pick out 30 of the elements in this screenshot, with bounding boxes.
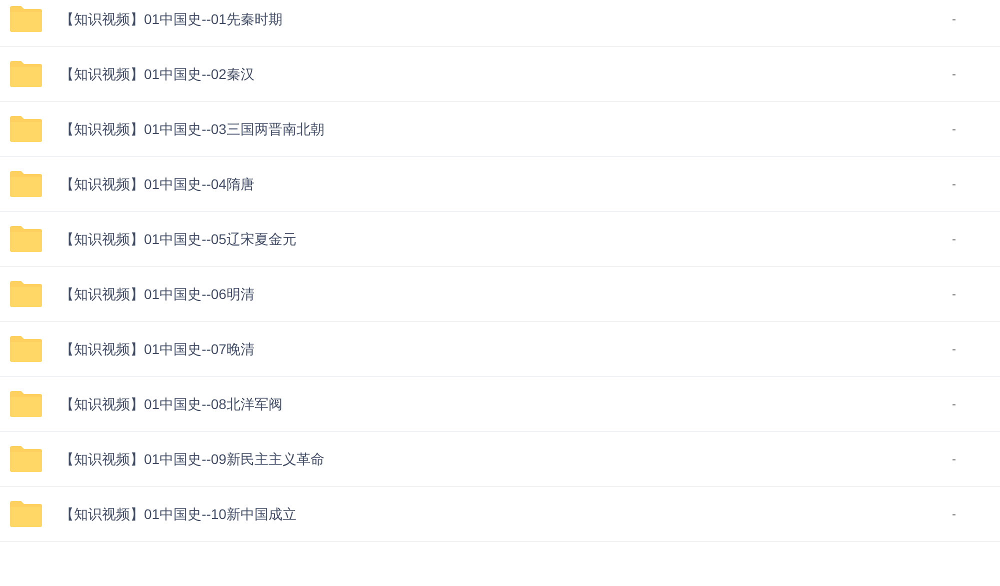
folder-name[interactable]: 【知识视频】01中国史--09新民主主义革命: [60, 448, 324, 470]
folder-icon: [10, 116, 42, 142]
file-size: -: [952, 451, 956, 468]
folder-name[interactable]: 【知识视频】01中国史--06明清: [60, 284, 254, 304]
file-size: -: [952, 121, 956, 138]
folder-icon: [10, 226, 42, 252]
file-size: -: [952, 506, 956, 523]
file-size: -: [952, 286, 956, 303]
folder-icon: [10, 391, 42, 417]
folder-icon: [10, 446, 42, 472]
folder-icon: [10, 6, 42, 32]
folder-name[interactable]: 【知识视频】01中国史--03三国两晋南北朝: [60, 118, 324, 140]
folder-name[interactable]: 【知识视频】01中国史--02秦汉: [60, 64, 254, 84]
file-size: -: [952, 231, 956, 248]
file-size: -: [952, 396, 956, 413]
folder-name[interactable]: 【知识视频】01中国史--05辽宋夏金元: [60, 228, 296, 250]
folder-icon: [10, 281, 42, 307]
file-size: -: [952, 66, 956, 83]
folder-name[interactable]: 【知识视频】01中国史--08北洋军阀: [60, 394, 282, 414]
folder-icon: [10, 171, 42, 197]
file-size: -: [952, 341, 956, 358]
folder-name[interactable]: 【知识视频】01中国史--10新中国成立: [60, 504, 296, 524]
file-size: -: [952, 11, 956, 28]
folder-icon: [10, 61, 42, 87]
folder-name[interactable]: 【知识视频】01中国史--07晚清: [60, 338, 254, 360]
file-size: -: [952, 176, 956, 193]
folder-icon: [10, 336, 42, 362]
folder-icon: [10, 501, 42, 527]
folder-name[interactable]: 【知识视频】01中国史--04隋唐: [60, 174, 254, 194]
folder-name[interactable]: 【知识视频】01中国史--01先秦时期: [60, 8, 282, 30]
